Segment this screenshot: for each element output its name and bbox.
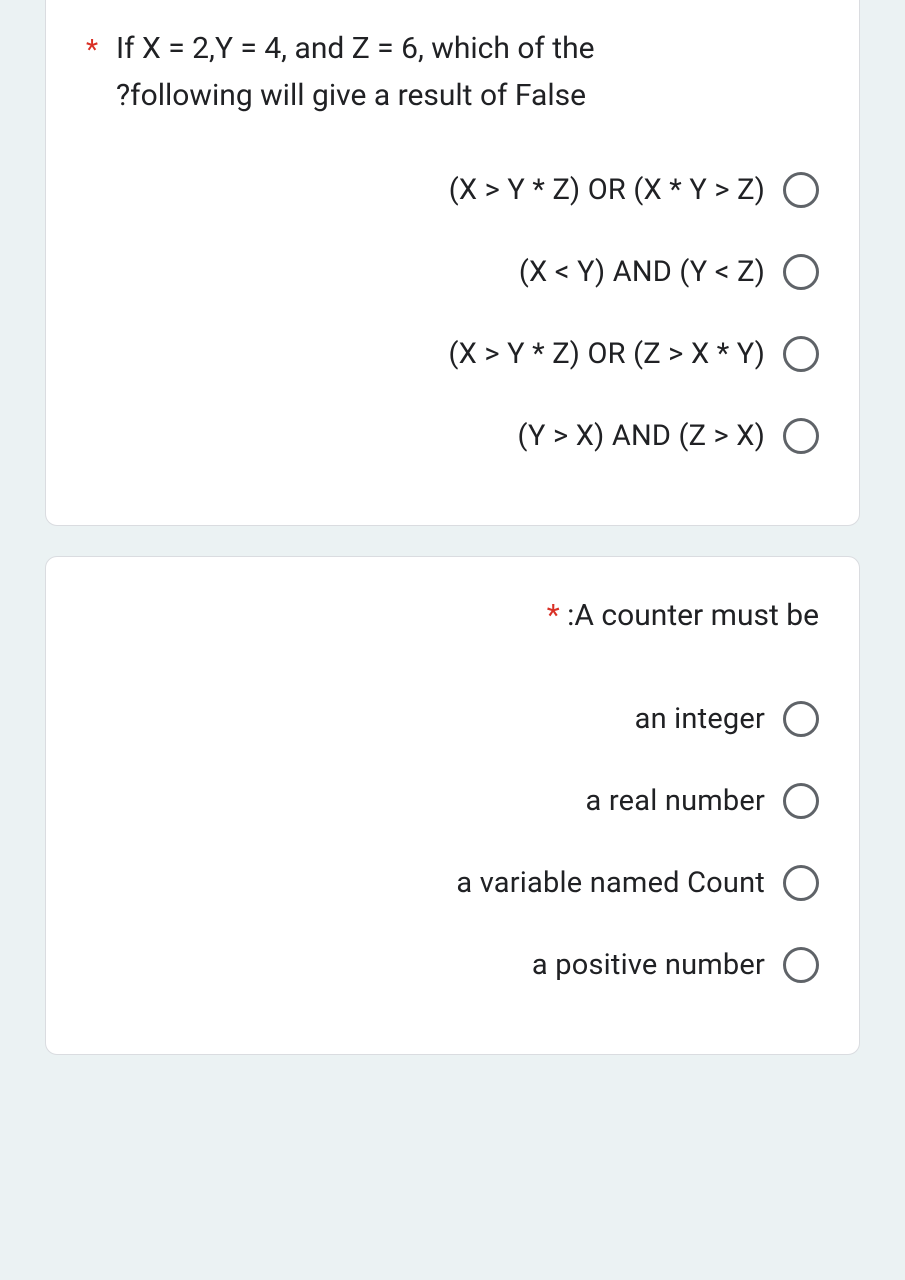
q2-option-1[interactable]: an integer xyxy=(86,678,819,760)
q1-option-4-label: (Y > X) AND (Z > X) xyxy=(518,419,765,453)
q1-option-2[interactable]: (X < Y) AND (Y < Z) xyxy=(86,231,819,313)
q2-option-1-label: an integer xyxy=(635,702,765,736)
q1-option-3-label: (X > Y * Z) OR (Z > X * Y) xyxy=(448,337,765,371)
radio-icon xyxy=(783,865,819,901)
radio-icon xyxy=(783,783,819,819)
radio-icon xyxy=(783,254,819,290)
required-asterisk: * xyxy=(547,598,560,633)
radio-icon xyxy=(783,172,819,208)
radio-icon xyxy=(783,336,819,372)
q1-option-4[interactable]: (Y > X) AND (Z > X) xyxy=(86,395,819,477)
q1-option-2-label: (X < Y) AND (Y < Z) xyxy=(519,255,765,289)
radio-icon xyxy=(783,418,819,454)
required-asterisk: * xyxy=(86,28,98,71)
question-1-text: * If X = 2,Y = 4, and Z = 6, which of th… xyxy=(86,26,819,119)
radio-icon xyxy=(783,947,819,983)
q1-option-1-label: (X > Y * Z) OR (X * Y > Z) xyxy=(449,173,765,207)
q2-option-2-label: a real number xyxy=(586,784,765,818)
q2-option-3[interactable]: a variable named Count xyxy=(86,842,819,924)
q2-option-4-label: a positive number xyxy=(532,948,765,982)
question-card-1: * If X = 2,Y = 4, and Z = 6, which of th… xyxy=(45,0,860,526)
question-1-line2: ?following will give a result of False xyxy=(86,73,819,120)
q1-option-3[interactable]: (X > Y * Z) OR (Z > X * Y) xyxy=(86,313,819,395)
q1-option-1[interactable]: (X > Y * Z) OR (X * Y > Z) xyxy=(86,149,819,231)
question-1-line1: If X = 2,Y = 4, and Z = 6, which of the xyxy=(116,31,595,66)
radio-icon xyxy=(783,701,819,737)
q2-option-3-label: a variable named Count xyxy=(456,866,765,900)
q2-option-2[interactable]: a real number xyxy=(86,760,819,842)
question-2-body: :A counter must be xyxy=(567,598,819,633)
q2-option-4[interactable]: a positive number xyxy=(86,924,819,1006)
question-card-2: * :A counter must be an integer a real n… xyxy=(45,556,860,1055)
question-2-text: * :A counter must be xyxy=(86,593,819,638)
